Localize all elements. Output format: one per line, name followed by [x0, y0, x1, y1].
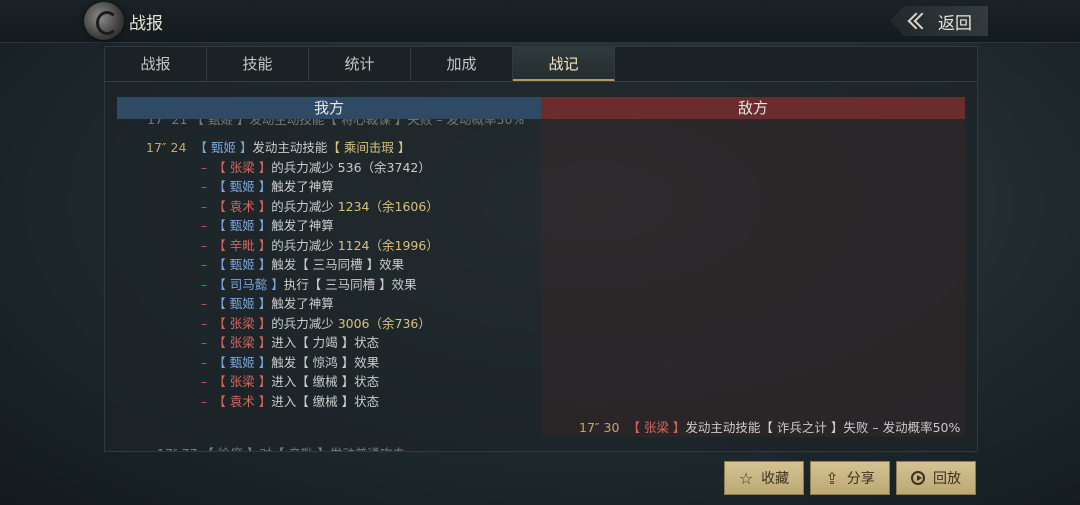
log-line: – 【 甄姬 】触发【 惊鸿 】效果	[201, 352, 379, 371]
double-chevron-left-icon	[906, 12, 930, 30]
log-dash: –	[201, 393, 208, 409]
page-title: 战报	[129, 14, 163, 34]
enemy-header: 敌方	[541, 97, 965, 119]
side-headers: 我方 敌方	[117, 97, 965, 119]
log-line: – 【 张梁 】进入【 缴械 】状态	[201, 371, 379, 390]
log-dash: –	[201, 354, 208, 370]
log-line-number: 1234（余1606）	[337, 198, 439, 214]
log-dash: –	[201, 218, 208, 233]
log-unit: 【 袁术 】	[213, 198, 272, 214]
log-line-text: 进入【 缴械 】状态	[271, 393, 380, 409]
log-unit: 【 甄姬 】	[213, 354, 272, 370]
log-dash: –	[201, 335, 208, 350]
log-unit: 【 甄姬 】	[213, 179, 272, 194]
emblem-icon	[84, 2, 124, 40]
log-line-number: 3006（余736）	[337, 315, 431, 331]
log-line: – 【 张梁 】进入【 力竭 】状态	[201, 332, 379, 351]
tab-report[interactable]: 战报	[105, 47, 207, 81]
log-dash: –	[201, 257, 208, 272]
battle-record-panel: 战报 技能 统计 加成 战记 17″ 21 【 甄姬 】发动主动技能【 将心裁谋…	[104, 46, 978, 452]
share-label: 分享	[846, 471, 875, 487]
log-unit: 【 司马懿 】	[213, 276, 284, 292]
share-button[interactable]: ⇪ 分享	[810, 461, 890, 495]
log-line-number: 1124（余1996）	[337, 237, 439, 253]
log-line: – 【 张梁 】的兵力减少 3006（余736）	[201, 313, 431, 332]
log-unit: 【 甄姬 】	[213, 218, 272, 233]
log-line-text: 进入【 缴械 】状态	[271, 374, 380, 389]
back-label: 返回	[938, 13, 972, 34]
log-line-text: 的兵力减少	[271, 237, 338, 253]
log-unit: 【 甄姬 】	[213, 257, 272, 272]
log-time: 17″ 24	[146, 140, 187, 155]
log-line-text: 的兵力减少	[271, 315, 338, 331]
log-ghost-line: 17″ 21 【 甄姬 】发动主动技能【 将心裁谋 】失败 – 发动概率50%	[147, 119, 525, 127]
log-unit: 【 辛毗 】	[213, 237, 272, 253]
back-button[interactable]: 返回	[890, 6, 988, 36]
log-line: – 【 甄姬 】触发【 三马同槽 】效果	[201, 254, 404, 273]
enemy-log-time: 17″ 30	[579, 420, 620, 435]
log-line-text: 执行【 三马同槽 】效果	[283, 276, 417, 292]
battle-log[interactable]: 17″ 21 【 甄姬 】发动主动技能【 将心裁谋 】失败 – 发动概率50% …	[117, 119, 965, 451]
log-line: – 【 张梁 】的兵力减少 536（余3742）	[201, 157, 431, 176]
log-unit: 【 张梁 】	[213, 335, 272, 350]
log-line-text: 的兵力减少 536（余3742）	[271, 159, 431, 175]
log-line-text: 触发【 惊鸿 】效果	[271, 354, 380, 370]
log-dash: –	[201, 315, 208, 331]
replay-label: 回放	[933, 471, 961, 487]
log-skill: 【 乘间击瑕 】	[327, 140, 411, 155]
log-line-text: 的兵力减少	[271, 198, 338, 214]
tab-bar: 战报 技能 统计 加成 战记	[105, 47, 977, 82]
log-line-text: 触发【 三马同槽 】效果	[271, 257, 405, 272]
enemy-log-actor: 【 张梁 】	[627, 420, 686, 435]
tab-stats[interactable]: 统计	[309, 47, 411, 81]
log-dash: –	[201, 374, 208, 389]
log-dash: –	[201, 159, 208, 175]
tab-skills[interactable]: 技能	[207, 47, 309, 81]
tab-battle-log[interactable]: 战记	[513, 47, 615, 81]
log-line-text: 触发了神算	[271, 296, 334, 311]
log-dash: –	[201, 179, 208, 194]
log-unit: 【 张梁 】	[213, 374, 272, 389]
tab-bonus[interactable]: 加成	[411, 47, 513, 81]
enemy-log-entry: 17″ 30 【 张梁 】发动主动技能【 诈兵之计 】失败 – 发动概率50%	[579, 417, 960, 436]
log-unit: 【 张梁 】	[213, 315, 272, 331]
log-line-text: 触发了神算	[271, 218, 334, 233]
enemy-log-text: 发动主动技能【 诈兵之计 】失败 – 发动概率50%	[685, 420, 961, 435]
log-dash: –	[201, 276, 208, 292]
log-line: – 【 甄姬 】触发了神算	[201, 215, 334, 234]
log-dash: –	[201, 237, 208, 253]
log-line: – 【 司马懿 】执行【 三马同槽 】效果	[201, 274, 417, 293]
log-ghost-line-bottom: 17″ 77 【 徐庶 】对【 辛毗 】发动普通攻击	[157, 443, 405, 451]
log-text: 发动主动技能	[252, 140, 328, 155]
log-unit: 【 张梁 】	[213, 159, 272, 175]
log-line: – 【 甄姬 】触发了神算	[201, 176, 334, 195]
play-icon	[911, 471, 925, 485]
log-line: – 【 辛毗 】的兵力减少 1124（余1996）	[201, 235, 439, 254]
log-line-text: 触发了神算	[271, 179, 334, 194]
ally-header: 我方	[117, 97, 541, 119]
log-entry: 17″ 24 【 甄姬 】发动主动技能【 乘间击瑕 】	[146, 137, 410, 156]
log-line: – 【 袁术 】的兵力减少 1234（余1606）	[201, 196, 439, 215]
favorite-label: 收藏	[761, 471, 790, 487]
favorite-button[interactable]: ☆ 收藏	[724, 461, 804, 495]
log-actor: 【 甄姬 】	[194, 140, 253, 155]
log-line-text: 进入【 力竭 】状态	[271, 335, 380, 350]
log-unit: 【 甄姬 】	[213, 296, 272, 311]
log-line: – 【 袁术 】进入【 缴械 】状态	[201, 391, 379, 410]
log-dash: –	[201, 198, 208, 214]
log-unit: 【 袁术 】	[213, 393, 272, 409]
log-dash: –	[201, 296, 208, 311]
replay-button[interactable]: 回放	[896, 461, 976, 495]
log-line: – 【 甄姬 】触发了神算	[201, 293, 334, 312]
top-bar: 战报 返回	[0, 0, 1080, 43]
star-icon: ☆	[738, 468, 754, 488]
share-icon: ⇪	[825, 468, 839, 488]
